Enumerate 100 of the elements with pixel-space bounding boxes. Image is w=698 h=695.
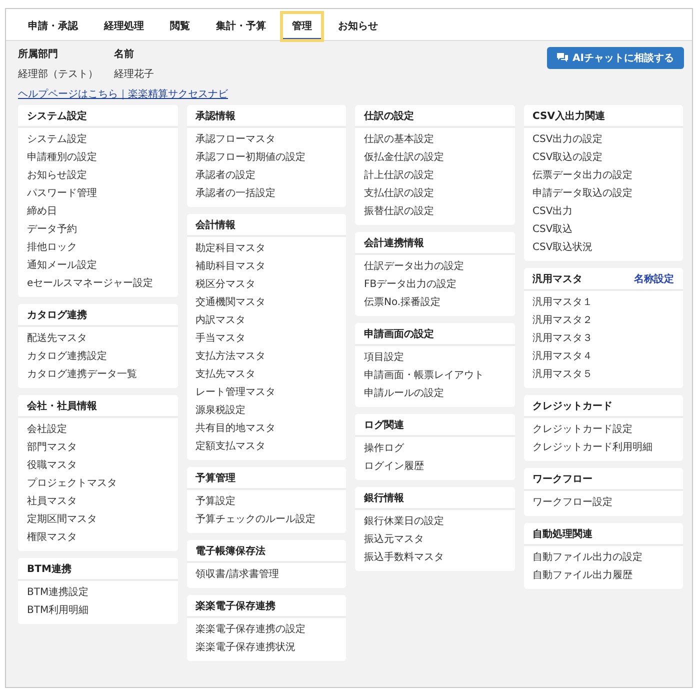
menu-link[interactable]: 銀行休業日の設定 xyxy=(355,513,453,531)
menu-link[interactable]: ログイン履歴 xyxy=(355,458,433,476)
menu-link[interactable]: CSV取込 xyxy=(524,221,582,239)
section-title: 会計連携情報 xyxy=(364,236,424,250)
section-title: 会社・社員情報 xyxy=(27,400,97,412)
menu-link[interactable]: 承認フローマスタ xyxy=(186,131,284,149)
menu-link[interactable]: 支払仕訳の設定 xyxy=(355,185,443,203)
menu-link[interactable]: 補助科目マスタ xyxy=(186,258,274,276)
help-link[interactable]: ヘルプページはこちら｜楽楽精算サクセスナビ xyxy=(18,87,228,101)
section-title: 楽楽電子保存連携 xyxy=(196,600,276,612)
department-value: 経理部（テスト） xyxy=(18,68,98,81)
menu-link[interactable]: 交通機関マスタ xyxy=(186,294,274,312)
menu-link[interactable]: 汎用マスタ１ xyxy=(524,294,602,312)
section-title: 承認情報 xyxy=(196,110,236,122)
menu-link[interactable]: 予算チェックのルール設定 xyxy=(186,511,324,529)
menu-link[interactable]: 定期区間マスタ xyxy=(18,511,106,529)
menu-link[interactable]: 部門マスタ xyxy=(18,439,86,457)
menu-link[interactable]: 領収書/請求書管理 xyxy=(186,566,288,584)
menu-link[interactable]: 排他ロック xyxy=(18,239,86,257)
menu-link[interactable]: 振込元マスタ xyxy=(355,531,433,549)
nav-tab[interactable]: お知らせ xyxy=(328,13,388,40)
ai-chat-button[interactable]: AIチャットに相談する xyxy=(546,47,684,69)
menu-link[interactable]: CSV出力 xyxy=(524,203,582,221)
menu-link[interactable]: 計上仕訳の設定 xyxy=(355,167,443,185)
menu-link[interactable]: 汎用マスタ４ xyxy=(524,348,602,366)
menu-link[interactable]: 承認者の一括設定 xyxy=(186,185,284,203)
menu-link[interactable]: 承認フロー初期値の設定 xyxy=(186,149,314,167)
menu-link[interactable]: 仮払金仕訳の設定 xyxy=(355,149,453,167)
menu-link[interactable]: CSV取込状況 xyxy=(524,239,602,257)
menu-link[interactable]: 申請ルールの設定 xyxy=(355,385,453,403)
nav-tab[interactable]: 閲覧 xyxy=(160,13,200,40)
menu-link[interactable]: レート管理マスタ xyxy=(186,384,284,402)
menu-link[interactable]: 楽楽電子保存連携の設定 xyxy=(186,621,314,639)
section-title: 会計情報 xyxy=(196,218,236,232)
menu-link[interactable]: 汎用マスタ５ xyxy=(524,366,602,384)
section-title: 電子帳簿保存法 xyxy=(196,544,266,558)
header-link[interactable]: 名称設定 xyxy=(634,272,674,286)
menu-link[interactable]: 汎用マスタ３ xyxy=(524,330,602,348)
menu-link[interactable]: 共有目的地マスタ xyxy=(186,420,284,438)
menu-link[interactable]: 振込手数料マスタ xyxy=(355,549,453,567)
section-title: 自動処理関連 xyxy=(532,528,592,540)
menu-link[interactable]: BTM連携設定 xyxy=(18,584,98,602)
nav-tab[interactable]: 申請・承認 xyxy=(18,13,88,40)
menu-link[interactable]: 申請種別の設定 xyxy=(18,149,106,167)
nav-tab[interactable]: 管理 xyxy=(282,13,322,40)
menu-link[interactable]: 仕訳の基本設定 xyxy=(355,131,443,149)
menu-link[interactable]: お知らせ設定 xyxy=(18,167,96,185)
menu-link[interactable]: 振替仕訳の設定 xyxy=(355,203,443,221)
menu-link[interactable]: システム設定 xyxy=(18,131,96,149)
menu-link[interactable]: 承認者の設定 xyxy=(186,167,264,185)
menu-link[interactable]: 源泉税設定 xyxy=(186,402,254,420)
menu-link[interactable]: 汎用マスタ２ xyxy=(524,312,602,330)
department-label: 所属部門 xyxy=(18,48,59,61)
section-title: 予算管理 xyxy=(196,472,236,484)
menu-link[interactable]: BTM利用明細 xyxy=(18,602,98,620)
menu-link[interactable]: 支払方法マスタ xyxy=(186,348,274,366)
menu-link[interactable]: ワークフロー設定 xyxy=(524,494,622,512)
menu-link[interactable]: 楽楽電子保存連携状況 xyxy=(186,639,304,657)
menu-link[interactable]: CSV出力の設定 xyxy=(524,131,612,149)
menu-link[interactable]: 通知メール設定 xyxy=(18,257,106,275)
menu-link[interactable]: データ予約 xyxy=(18,221,86,239)
section-title: 銀行情報 xyxy=(364,492,404,504)
menu-link[interactable]: プロジェクトマスタ xyxy=(18,475,126,493)
menu-link[interactable]: クレジットカード利用明細 xyxy=(524,439,662,457)
nav-tab[interactable]: 経理処理 xyxy=(94,13,154,40)
menu-link[interactable]: 仕訳データ出力の設定 xyxy=(355,258,473,276)
name-label: 名前 xyxy=(114,48,135,61)
menu-link[interactable]: eセールスマネージャー設定 xyxy=(18,275,162,293)
menu-link[interactable]: 操作ログ xyxy=(355,440,413,458)
menu-link[interactable]: 税区分マスタ xyxy=(186,276,264,294)
section-title: 申請画面の設定 xyxy=(364,327,434,340)
menu-link[interactable]: FBデータ出力の設定 xyxy=(355,276,466,294)
menu-link[interactable]: 役職マスタ xyxy=(18,457,86,475)
menu-link[interactable]: カタログ連携設定 xyxy=(18,348,116,366)
menu-link[interactable]: 定額支払マスタ xyxy=(186,438,274,456)
menu-link[interactable]: 手当マスタ xyxy=(186,330,254,348)
menu-link[interactable]: カタログ連携データ一覧 xyxy=(18,366,146,384)
menu-link[interactable]: 権限マスタ xyxy=(18,529,86,547)
menu-link[interactable]: 会社設定 xyxy=(18,421,76,439)
menu-link[interactable]: 申請データ取込の設定 xyxy=(524,185,642,203)
menu-link[interactable]: 社員マスタ xyxy=(18,493,86,511)
menu-link[interactable]: 項目設定 xyxy=(355,349,413,367)
menu-link[interactable]: パスワード管理 xyxy=(18,185,106,203)
section-title: クレジットカード xyxy=(532,400,612,412)
name-value: 経理花子 xyxy=(114,68,154,81)
nav-tab[interactable]: 集計・予算 xyxy=(206,13,276,40)
menu-link[interactable]: 伝票データ出力の設定 xyxy=(524,167,642,185)
menu-link[interactable]: 内訳マスタ xyxy=(186,312,254,330)
menu-link[interactable]: 支払先マスタ xyxy=(186,366,264,384)
menu-link[interactable]: 自動ファイル出力履歴 xyxy=(524,567,642,585)
menu-link[interactable]: CSV取込の設定 xyxy=(524,149,612,167)
menu-link[interactable]: 申請画面・帳票レイアウト xyxy=(355,367,493,385)
menu-link[interactable]: 予算設定 xyxy=(186,493,244,511)
menu-link[interactable]: 勘定科目マスタ xyxy=(186,240,274,258)
menu-link[interactable]: 伝票No.採番設定 xyxy=(355,294,450,312)
menu-link[interactable]: 締め日 xyxy=(18,203,66,221)
section-title: 汎用マスタ xyxy=(532,272,582,286)
menu-link[interactable]: 自動ファイル出力の設定 xyxy=(524,549,652,567)
menu-link[interactable]: 配送先マスタ xyxy=(18,330,96,348)
menu-link[interactable]: クレジットカード設定 xyxy=(524,421,642,439)
